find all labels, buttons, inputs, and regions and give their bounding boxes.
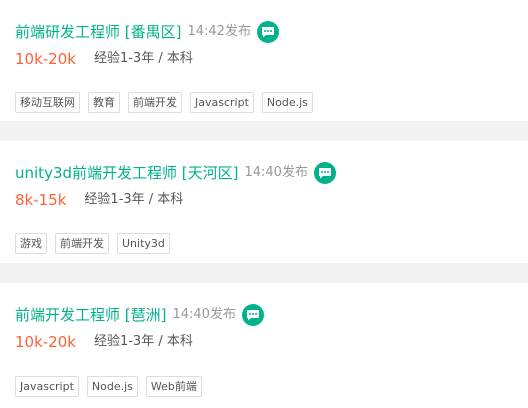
publish-time: 14:42发布 [187, 24, 251, 39]
job-title-row: 前端研发工程师 [番禺区] 14:42发布 [15, 20, 279, 44]
tag[interactable]: Node.js [86, 376, 138, 397]
tag-list: 游戏 前端开发 Unity3d [15, 233, 178, 254]
salary: 8k-15k [15, 191, 67, 209]
tag[interactable]: 移动互联网 [15, 92, 80, 113]
job-title-row: unity3d前端开发工程师 [天河区] 14:40发布 [15, 161, 336, 185]
tag[interactable]: 游戏 [15, 233, 47, 254]
job-card[interactable]: 前端研发工程师 [番禺区] 14:42发布 10k-20k 经验1-3年 / 本… [0, 0, 528, 121]
tag[interactable]: Unity3d [117, 233, 170, 254]
tag[interactable]: 前端开发 [128, 92, 182, 113]
job-requirement: 经验1-3年 / 本科 [84, 192, 184, 207]
job-title-link[interactable]: unity3d前端开发工程师 [天河区] [15, 162, 238, 184]
job-info-row: 10k-20k 经验1-3年 / 本科 [15, 47, 193, 71]
job-requirement: 经验1-3年 / 本科 [93, 334, 193, 349]
tag-list: 移动互联网 教育 前端开发 Javascript Node.js [15, 92, 321, 113]
chat-bubble-icon[interactable] [256, 21, 279, 43]
tag[interactable]: Javascript [190, 92, 254, 113]
job-title-link[interactable]: 前端研发工程师 [番禺区] [15, 21, 181, 43]
job-requirement: 经验1-3年 / 本科 [93, 51, 193, 66]
chat-bubble-icon[interactable] [313, 162, 336, 184]
tag[interactable]: 教育 [88, 92, 120, 113]
tag-list: Javascript Node.js Web前端 [15, 376, 210, 397]
chat-bubble-icon[interactable] [241, 304, 264, 326]
publish-time: 14:40发布 [244, 165, 308, 180]
tag[interactable]: Javascript [15, 376, 79, 397]
job-title-row: 前端开发工程师 [琶洲] 14:40发布 [15, 303, 264, 327]
job-info-row: 10k-20k 经验1-3年 / 本科 [15, 330, 193, 354]
job-title-link[interactable]: 前端开发工程师 [琶洲] [15, 304, 166, 326]
tag[interactable]: Node.js [261, 92, 313, 113]
job-card[interactable]: unity3d前端开发工程师 [天河区] 14:40发布 8k-15k 经验1-… [0, 141, 528, 263]
salary: 10k-20k [15, 50, 76, 68]
salary: 10k-20k [15, 333, 76, 351]
publish-time: 14:40发布 [172, 307, 236, 322]
job-card[interactable]: 前端开发工程师 [琶洲] 14:40发布 10k-20k 经验1-3年 / 本科… [0, 283, 528, 408]
tag[interactable]: 前端开发 [55, 233, 109, 254]
job-list: 前端研发工程师 [番禺区] 14:42发布 10k-20k 经验1-3年 / 本… [0, 0, 528, 408]
tag[interactable]: Web前端 [145, 376, 202, 397]
job-info-row: 8k-15k 经验1-3年 / 本科 [15, 188, 183, 212]
